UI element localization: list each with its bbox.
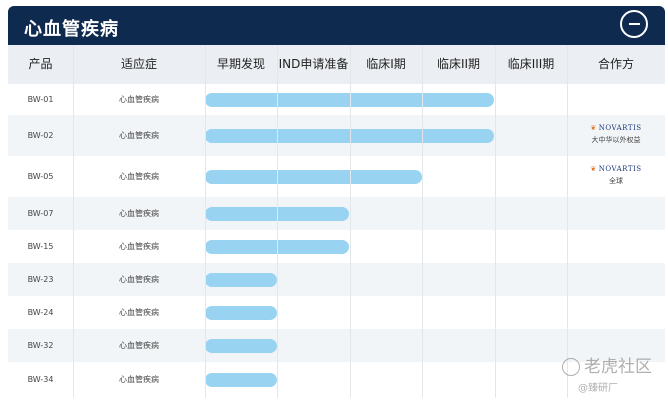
- novartis-logo: ❦ NOVARTIS: [567, 165, 665, 173]
- panel-title: 心血管疾病: [24, 19, 119, 40]
- partner-cell: ❦ NOVARTIS 大中华以外权益: [567, 124, 665, 145]
- minus-circle-icon[interactable]: [620, 10, 648, 38]
- product-code: BW-32: [27, 341, 54, 350]
- column-header: 产品: [28, 57, 53, 71]
- column-divider: [422, 45, 423, 398]
- product-code: BW-23: [27, 275, 54, 284]
- indication: 心血管疾病: [119, 308, 159, 317]
- column-divider: [277, 45, 278, 398]
- column-header: 早期发现: [216, 57, 265, 71]
- partner-logo-text: NOVARTIS: [598, 165, 642, 173]
- indication: 心血管疾病: [119, 275, 159, 284]
- product-code: BW-07: [27, 209, 54, 218]
- watermark-sub: @臻研厂: [578, 383, 618, 394]
- progress-bar: [205, 373, 278, 387]
- column-header: 临床III期: [507, 57, 555, 71]
- progress-bar: [205, 305, 278, 320]
- column-divider: [567, 45, 568, 398]
- flame-icon: ❦: [590, 124, 597, 132]
- column-header: 适应症: [120, 57, 157, 71]
- column-divider: [73, 45, 74, 398]
- column-divider: [205, 45, 206, 398]
- column-divider: [350, 45, 351, 398]
- progress-bar: [205, 338, 278, 353]
- column-header: 合作方: [597, 57, 634, 71]
- indication: 心血管疾病: [119, 341, 159, 350]
- tiger-logo-icon: [562, 358, 580, 376]
- column-divider: [495, 45, 496, 398]
- watermark: 老虎社区 @臻研厂: [562, 352, 652, 394]
- product-code: BW-05: [27, 172, 54, 181]
- progress-bar: [205, 169, 422, 184]
- indication: 心血管疾病: [119, 131, 159, 140]
- partner-note: 大中华以外权益: [591, 136, 641, 144]
- indication: 心血管疾病: [119, 375, 159, 384]
- progress-bar: [205, 272, 278, 287]
- product-code: BW-24: [27, 308, 54, 317]
- title-bar: 心血管疾病: [8, 6, 665, 45]
- indication: 心血管疾病: [119, 95, 159, 104]
- pipeline-panel: 心血管疾病 BW-01 心血管疾病 BW-02 心血管疾病 ❦ NOVARTIS 大中华以外…: [8, 6, 665, 398]
- column-header: 临床I期: [366, 57, 406, 71]
- indication: 心血管疾病: [119, 242, 159, 251]
- watermark-main: 老虎社区: [584, 357, 652, 377]
- product-code: BW-01: [27, 95, 54, 104]
- indication: 心血管疾病: [119, 172, 159, 181]
- partner-cell: ❦ NOVARTIS 全球: [567, 165, 665, 186]
- partner-logo-text: NOVARTIS: [598, 124, 642, 132]
- indication: 心血管疾病: [119, 209, 159, 218]
- partner-note: 全球: [609, 177, 623, 185]
- novartis-logo: ❦ NOVARTIS: [567, 124, 665, 132]
- column-header: IND申请准备: [278, 57, 349, 71]
- column-header: 临床II期: [436, 57, 481, 71]
- product-code: BW-02: [27, 131, 54, 140]
- product-code: BW-15: [27, 242, 54, 251]
- product-code: BW-34: [27, 375, 54, 384]
- flame-icon: ❦: [590, 165, 597, 173]
